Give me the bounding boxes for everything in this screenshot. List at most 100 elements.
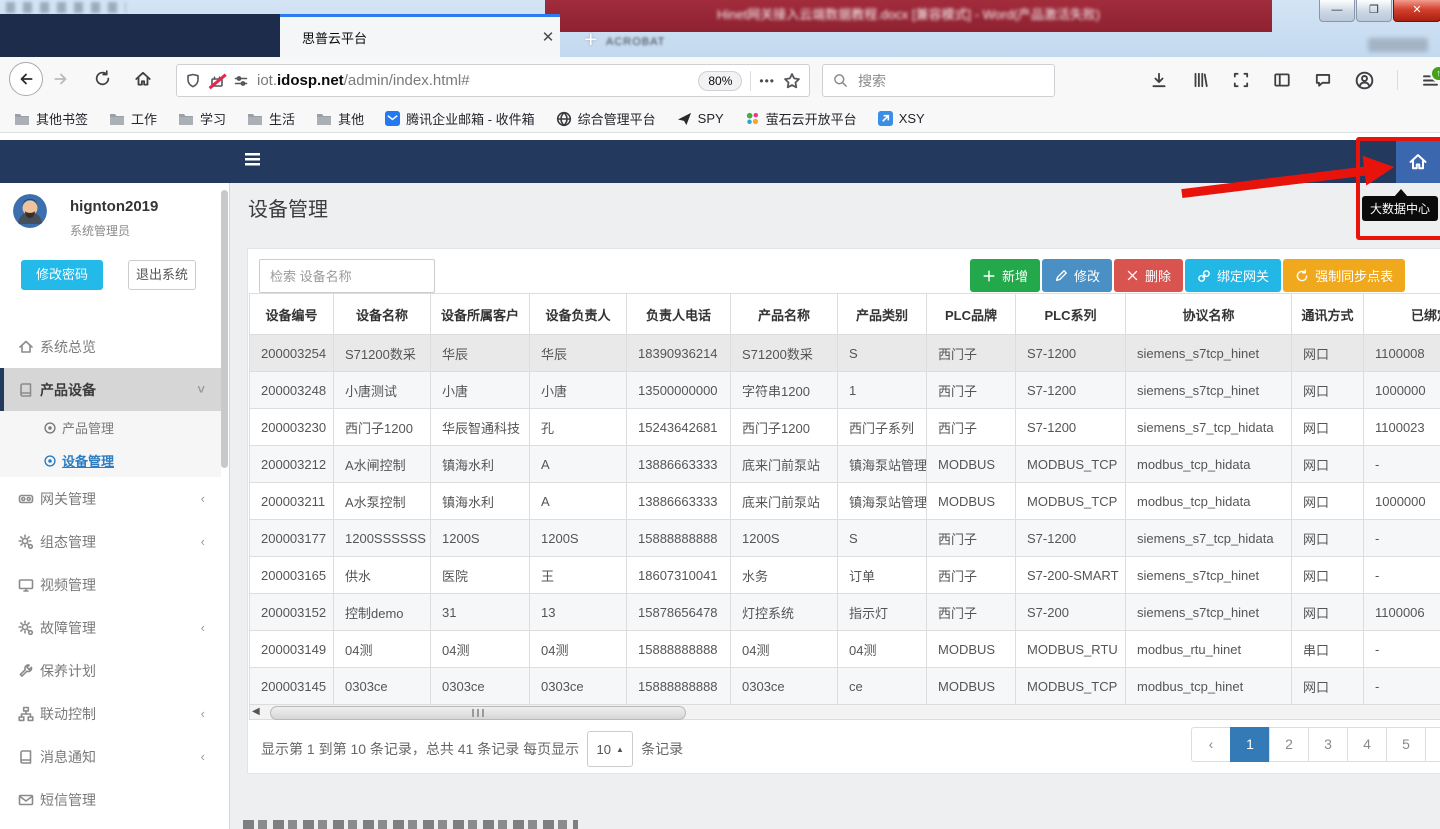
account-button[interactable] — [1355, 71, 1374, 90]
column-header[interactable]: 通讯方式 — [1292, 294, 1364, 335]
column-header[interactable]: 产品类别 — [838, 294, 927, 335]
table-row[interactable]: 2000031771200SSSSSS1200S1200S15888888888… — [250, 520, 1440, 557]
page-button-3[interactable]: 3 — [1308, 727, 1348, 762]
bookmark-item[interactable]: 工作 — [109, 109, 157, 128]
table-row[interactable]: 200003254S71200数采华辰华辰18390936214S71200数采… — [250, 335, 1440, 372]
sidebar-item-故障管理[interactable]: 故障管理‹ — [0, 606, 221, 649]
sidebar-item-网关管理[interactable]: 网关管理‹ — [0, 477, 221, 520]
table-row[interactable]: 200003211A水泵控制镇海水利A13886663333底来门前泵站镇海泵站… — [250, 483, 1440, 520]
feedback-bubble-button[interactable] — [1314, 71, 1332, 89]
screenshot-button[interactable] — [1232, 71, 1250, 89]
bookmark-item[interactable]: 腾讯企业邮箱 - 收件箱 — [385, 109, 535, 128]
table-row[interactable]: 200003212A水闸控制镇海水利A13886663333底来门前泵站镇海泵站… — [250, 446, 1440, 483]
table-row[interactable]: 2000031450303ce0303ce0303ce1588888888803… — [250, 668, 1440, 705]
tracking-shield-icon[interactable] — [185, 73, 201, 89]
table-cell: 1 — [838, 372, 927, 409]
table-cell: 王 — [530, 557, 627, 594]
change-password-button[interactable]: 修改密码 — [21, 260, 103, 290]
bookmark-item[interactable]: SPY — [677, 111, 724, 126]
page-button-1[interactable]: 1 — [1230, 727, 1270, 762]
tab-close-icon[interactable]: ✕ — [536, 28, 560, 46]
table-cell: siemens_s7_tcp_hidata — [1126, 520, 1292, 557]
library-button[interactable] — [1191, 71, 1209, 89]
forward-button[interactable] — [52, 70, 70, 88]
close-button[interactable]: ✕ — [1393, 0, 1440, 22]
column-header[interactable]: 设备负责人 — [530, 294, 627, 335]
sidebar-scrollbar[interactable] — [221, 190, 228, 468]
page-actions-button[interactable]: ••• — [759, 74, 775, 88]
page-button-4[interactable]: 4 — [1347, 727, 1387, 762]
table-cell: S7-1200 — [1016, 520, 1126, 557]
column-header[interactable]: 设备编号 — [250, 294, 334, 335]
table-row[interactable]: 200003165供水医院王18607310041水务订单西门子S7-200-S… — [250, 557, 1440, 594]
back-button[interactable] — [9, 62, 43, 96]
sidebar-item-视频管理[interactable]: 视频管理 — [0, 563, 221, 606]
avatar — [13, 194, 47, 228]
page-size-select[interactable]: 10▲ — [587, 731, 633, 767]
column-header[interactable]: 产品名称 — [731, 294, 838, 335]
table-horizontal-scrollbar[interactable]: ◀ — [249, 704, 1440, 720]
scrollbar-thumb[interactable] — [270, 706, 686, 720]
bookmark-item[interactable]: 学习 — [178, 109, 226, 128]
bookmark-item[interactable]: 综合管理平台 — [556, 109, 656, 128]
page-button-5[interactable]: 5 — [1386, 727, 1426, 762]
table-row[interactable]: 200003230西门子1200华辰智通科技孔15243642681西门子120… — [250, 409, 1440, 446]
logout-button[interactable]: 退出系统 — [128, 260, 196, 290]
zoom-level-badge[interactable]: 80% — [698, 71, 742, 91]
绑定网关-button[interactable]: 绑定网关 — [1185, 259, 1281, 292]
column-header[interactable]: 负责人电话 — [627, 294, 731, 335]
sidebar-toggle-button[interactable] — [1273, 71, 1291, 89]
column-header[interactable]: 设备所属客户 — [431, 294, 530, 335]
sidebar-item-设备管理[interactable]: 设备管理 — [0, 444, 221, 477]
plugin-blocked-icon[interactable] — [209, 73, 225, 89]
device-search-input[interactable] — [259, 259, 435, 293]
browser-home-button[interactable] — [134, 70, 152, 88]
tab-title: 思普云平台 — [280, 28, 536, 47]
bookmark-item[interactable]: 萤石云开放平台 — [745, 109, 857, 128]
search-input[interactable] — [856, 72, 1010, 90]
table-row[interactable]: 20000314904测04测04测1588888888804测04测MODBU… — [250, 631, 1440, 668]
bookmark-star-icon[interactable] — [783, 72, 801, 90]
新增-button[interactable]: 新增 — [970, 259, 1040, 292]
menu-button[interactable]: ↑ — [1421, 71, 1440, 90]
bookmark-item[interactable]: XSY — [878, 111, 925, 126]
table-row[interactable]: 200003152控制demo311315878656478灯控系统指示灯西门子… — [250, 594, 1440, 631]
sidebar-item-系统总览[interactable]: 系统总览 — [0, 325, 221, 368]
tab-sipu-cloud[interactable]: 思普云平台 ✕ — [280, 14, 560, 57]
sidebar-item-产品设备[interactable]: 产品设备˅ — [0, 368, 221, 411]
page-top-gap — [0, 133, 1440, 140]
minimize-button[interactable]: — — [1319, 0, 1355, 22]
删除-button[interactable]: 删除 — [1114, 259, 1183, 292]
sidebar-item-产品管理[interactable]: 产品管理 — [0, 411, 221, 444]
bookmark-item[interactable]: 生活 — [247, 109, 295, 128]
column-header[interactable]: 已绑定网关 — [1364, 294, 1440, 335]
table-row[interactable]: 200003248小唐测试小唐小唐13500000000字符串12001西门子S… — [250, 372, 1440, 409]
next-page-button[interactable]: › — [1425, 727, 1440, 762]
column-header[interactable]: 协议名称 — [1126, 294, 1292, 335]
scroll-left-icon[interactable]: ◀ — [252, 706, 264, 718]
downloads-button[interactable] — [1150, 71, 1168, 89]
sidebar-item-保养计划[interactable]: 保养计划 — [0, 649, 221, 692]
prev-page-button[interactable]: ‹ — [1191, 727, 1231, 762]
sidebar-item-联动控制[interactable]: 联动控制‹ — [0, 692, 221, 735]
column-header[interactable]: PLC系列 — [1016, 294, 1126, 335]
page-button-2[interactable]: 2 — [1269, 727, 1309, 762]
修改-button[interactable]: 修改 — [1042, 259, 1112, 292]
bookmark-item[interactable]: 其他 — [316, 109, 364, 128]
reload-button[interactable] — [94, 70, 111, 87]
table-cell: 镇海水利 — [431, 483, 530, 520]
强制同步点表-button[interactable]: 强制同步点表 — [1283, 259, 1405, 292]
browser-search-box[interactable] — [822, 64, 1055, 97]
column-header[interactable]: PLC品牌 — [927, 294, 1016, 335]
sidebar-collapse-icon[interactable] — [245, 153, 260, 166]
permissions-icon[interactable] — [233, 73, 249, 89]
bookmark-item[interactable]: 其他书签 — [14, 109, 88, 128]
restore-button[interactable]: ❐ — [1356, 0, 1392, 22]
sidebar-item-短信管理[interactable]: 短信管理 — [0, 778, 221, 821]
sidebar-item-组态管理[interactable]: 组态管理‹ — [0, 520, 221, 563]
column-header[interactable]: 设备名称 — [334, 294, 431, 335]
new-tab-button[interactable]: + — [584, 26, 597, 53]
url-bar[interactable]: iot.idosp.net/admin/index.html# 80% ••• — [176, 64, 810, 97]
table-cell: 底来门前泵站 — [731, 446, 838, 483]
sidebar-item-消息通知[interactable]: 消息通知‹ — [0, 735, 221, 778]
